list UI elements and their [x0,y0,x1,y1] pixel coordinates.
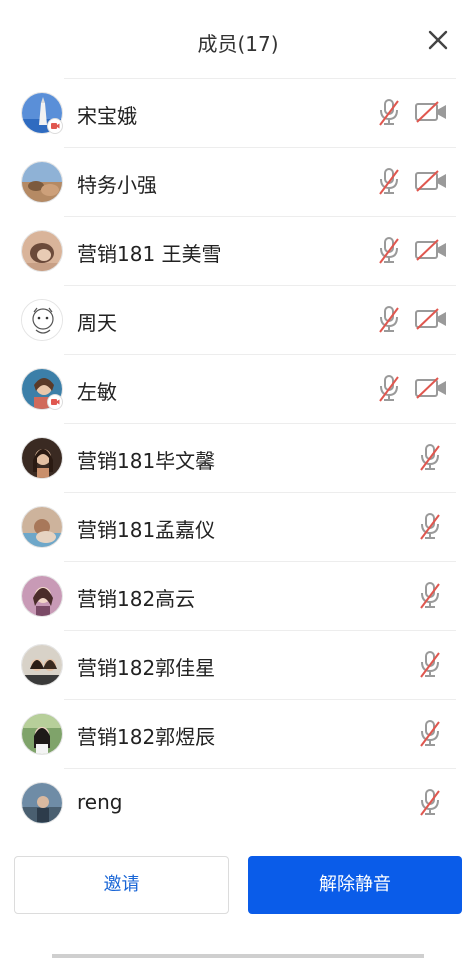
member-name: 营销182高云 [77,587,196,611]
member-row[interactable]: 营销181孟嘉仪 [0,492,476,561]
member-name: reng [77,790,123,814]
avatar [21,437,63,479]
member-row[interactable]: 左敏 [0,354,476,423]
close-button[interactable] [424,26,452,54]
host-badge-icon [47,118,63,134]
member-name: 左敏 [77,380,117,404]
member-name: 营销181 王美雪 [77,242,222,266]
member-name: 特务小强 [77,173,157,197]
member-name: 营销182郭佳星 [77,656,216,680]
member-row[interactable]: 特务小强 [0,147,476,216]
member-name: 周天 [77,311,117,335]
mic-muted-icon[interactable] [417,442,443,472]
header: 成员(17) [0,0,476,80]
mic-muted-icon[interactable] [376,97,402,127]
camera-off-icon[interactable] [414,307,448,331]
host-badge-icon [47,394,63,410]
members-panel: 成员(17) 宋宝娥特务小强营销181 王美雪 周天左敏营销181毕文馨 营销181… [0,0,476,960]
avatar [21,575,63,617]
avatar [21,782,63,824]
page-title: 成员(17) [197,32,279,56]
mic-muted-icon[interactable] [376,235,402,265]
avatar [21,230,63,272]
home-indicator [52,954,424,958]
mic-muted-icon[interactable] [417,511,443,541]
member-row[interactable]: 营销182高云 [0,561,476,630]
member-row[interactable]: 营销182郭煜辰 [0,699,476,768]
member-name: 营销181毕文馨 [77,449,216,473]
member-row[interactable]: reng [0,768,476,837]
mic-muted-icon[interactable] [376,373,402,403]
member-name: 营销181孟嘉仪 [77,518,216,542]
unmute-all-button[interactable]: 解除静音 [248,856,462,914]
mic-muted-icon[interactable] [376,304,402,334]
member-row[interactable]: 营销181 王美雪 [0,216,476,285]
avatar [21,713,63,755]
close-icon[interactable] [427,29,449,51]
member-row[interactable]: 营销181毕文馨 [0,423,476,492]
avatar [21,161,63,203]
mic-muted-icon[interactable] [376,166,402,196]
camera-off-icon[interactable] [414,238,448,262]
invite-button[interactable]: 邀请 [14,856,229,914]
member-name: 营销182郭煜辰 [77,725,216,749]
mic-muted-icon[interactable] [417,718,443,748]
member-name: 宋宝娥 [77,104,137,128]
mic-muted-icon[interactable] [417,787,443,817]
mic-muted-icon[interactable] [417,649,443,679]
member-row[interactable]: 宋宝娥 [0,78,476,147]
member-row[interactable]: 周天 [0,285,476,354]
camera-off-icon[interactable] [414,376,448,400]
avatar [21,644,63,686]
avatar [21,506,63,548]
avatar [21,299,63,341]
member-list: 宋宝娥特务小强营销181 王美雪 周天左敏营销181毕文馨 营销181孟嘉仪 营销18… [0,78,476,837]
mic-muted-icon[interactable] [417,580,443,610]
member-row[interactable]: 营销182郭佳星 [0,630,476,699]
camera-off-icon[interactable] [414,100,448,124]
camera-off-icon[interactable] [414,169,448,193]
